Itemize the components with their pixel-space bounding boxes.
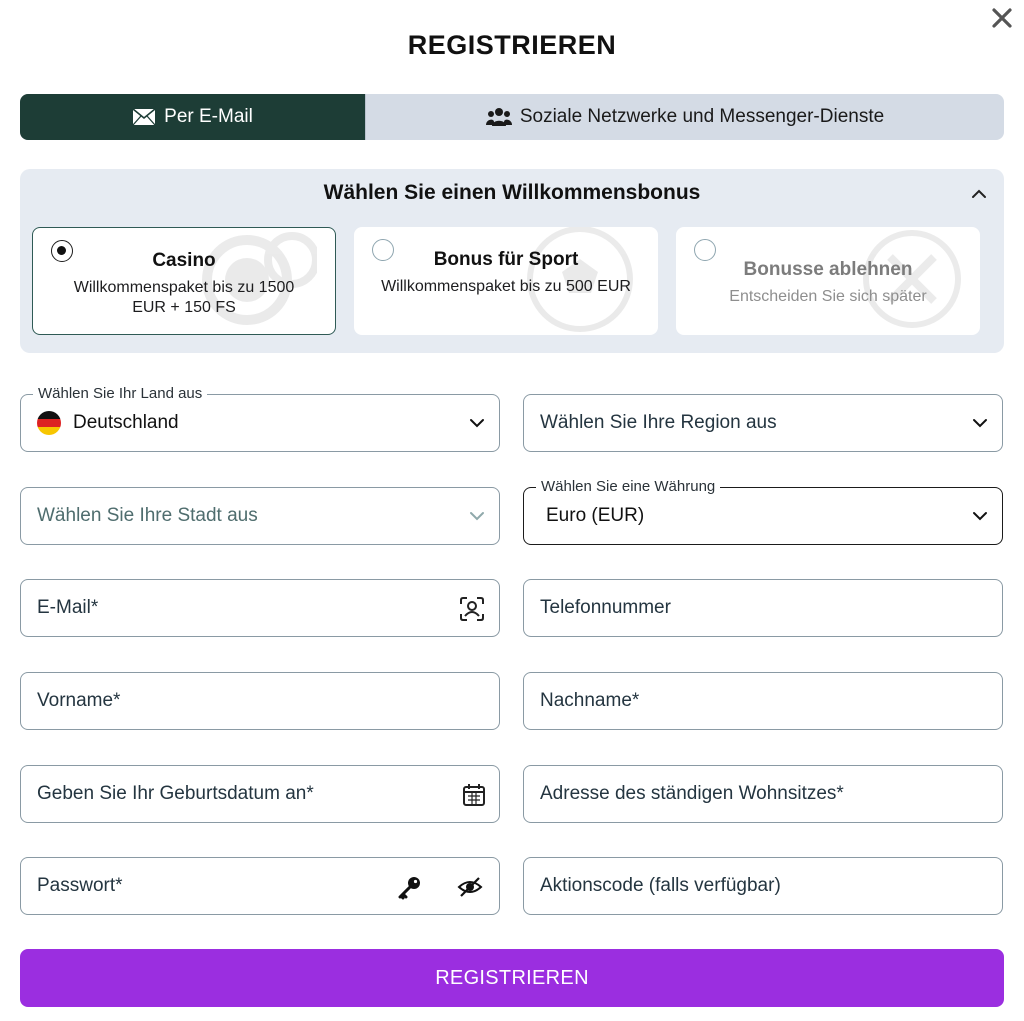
address-placeholder: Adresse des ständigen Wohnsitzes* [540,783,844,804]
tab-email[interactable]: Per E-Mail [20,94,365,140]
page-title: REGISTRIEREN [407,30,617,60]
bonus-casino-title: Casino [152,250,216,271]
promo-code-field[interactable]: Aktionscode (falls verfügbar) [523,857,1003,915]
calendar-icon[interactable] [461,782,487,808]
birthdate-placeholder: Geben Sie Ihr Geburtsdatum an* [37,783,314,804]
envelope-icon [132,108,156,126]
register-button[interactable]: REGISTRIEREN [20,949,1004,1007]
last-name-field[interactable]: Nachname* [523,672,1003,730]
bonus-option-casino[interactable]: Casino Willkommenspaket bis zu 1500 EUR … [32,227,336,335]
phone-field[interactable]: Telefonnummer [523,579,1003,637]
first-name-field[interactable]: Vorname* [20,672,500,730]
germany-flag-icon [37,411,61,435]
password-field[interactable]: Passwort* [20,857,500,915]
region-placeholder: Wählen Sie Ihre Region aus [540,412,777,433]
address-field[interactable]: Adresse des ständigen Wohnsitzes* [523,765,1003,823]
first-name-placeholder: Vorname* [37,690,121,711]
users-icon [485,108,512,126]
decline-x-icon [863,230,961,328]
currency-select[interactable]: Wählen Sie eine Währung Euro (EUR) [523,478,1003,545]
bonus-sport-title: Bonus für Sport [433,249,579,270]
promo-placeholder: Aktionscode (falls verfügbar) [540,875,781,896]
last-name-placeholder: Nachname* [540,690,640,711]
currency-value: Euro (EUR) [546,505,645,526]
country-legend: Wählen Sie Ihr Land aus [33,385,208,403]
region-select[interactable]: Wählen Sie Ihre Region aus [523,394,1003,452]
bonus-title: Wählen Sie einen Willkommensbonus [323,181,701,204]
chevron-down-icon[interactable] [972,415,988,431]
email-placeholder: E-Mail* [37,597,99,618]
registration-tabs: Per E-Mail Soziale Netzwerke und Messeng… [20,94,1004,140]
chevron-down-icon[interactable] [469,508,485,524]
welcome-bonus-panel: Wählen Sie einen Willkommensbonus Casino… [20,169,1004,353]
email-field[interactable]: E-Mail* [20,579,500,637]
phone-placeholder: Telefonnummer [540,597,671,618]
bonus-decline-desc: Entscheiden Sie sich später [729,288,927,305]
close-button[interactable] [988,4,1016,32]
tab-email-label: Per E-Mail [164,106,253,127]
tab-social[interactable]: Soziale Netzwerke und Messenger-Dienste [365,94,1004,140]
country-value: Deutschland [73,412,179,433]
bonus-sport-desc: Willkommenspaket bis zu 500 EUR [381,278,631,295]
password-placeholder: Passwort* [37,875,123,896]
currency-legend: Wählen Sie eine Währung [536,478,721,496]
city-select[interactable]: Wählen Sie Ihre Stadt aus [20,487,500,545]
bonus-casino-desc: Willkommenspaket bis zu 1500 EUR + 150 F… [73,279,295,316]
chevron-up-icon[interactable] [970,185,988,203]
key-icon[interactable] [397,874,423,900]
contact-scan-icon[interactable] [459,596,485,622]
city-placeholder: Wählen Sie Ihre Stadt aus [37,505,258,526]
chevron-down-icon[interactable] [972,508,988,524]
radio-decline[interactable] [694,239,716,261]
bonus-option-sport[interactable]: Bonus für Sport Willkommenspaket bis zu … [354,227,658,335]
eye-slash-icon[interactable] [457,874,483,900]
tab-social-label: Soziale Netzwerke und Messenger-Dienste [519,106,885,127]
birthdate-field[interactable]: Geben Sie Ihr Geburtsdatum an* [20,765,500,823]
chevron-down-icon[interactable] [469,415,485,431]
country-select[interactable]: Wählen Sie Ihr Land aus Deutschland [20,385,500,452]
close-icon [992,8,1012,28]
bonus-decline-title: Bonusse ablehnen [743,259,913,280]
bonus-option-decline[interactable]: Bonusse ablehnen Entscheiden Sie sich sp… [676,227,980,335]
